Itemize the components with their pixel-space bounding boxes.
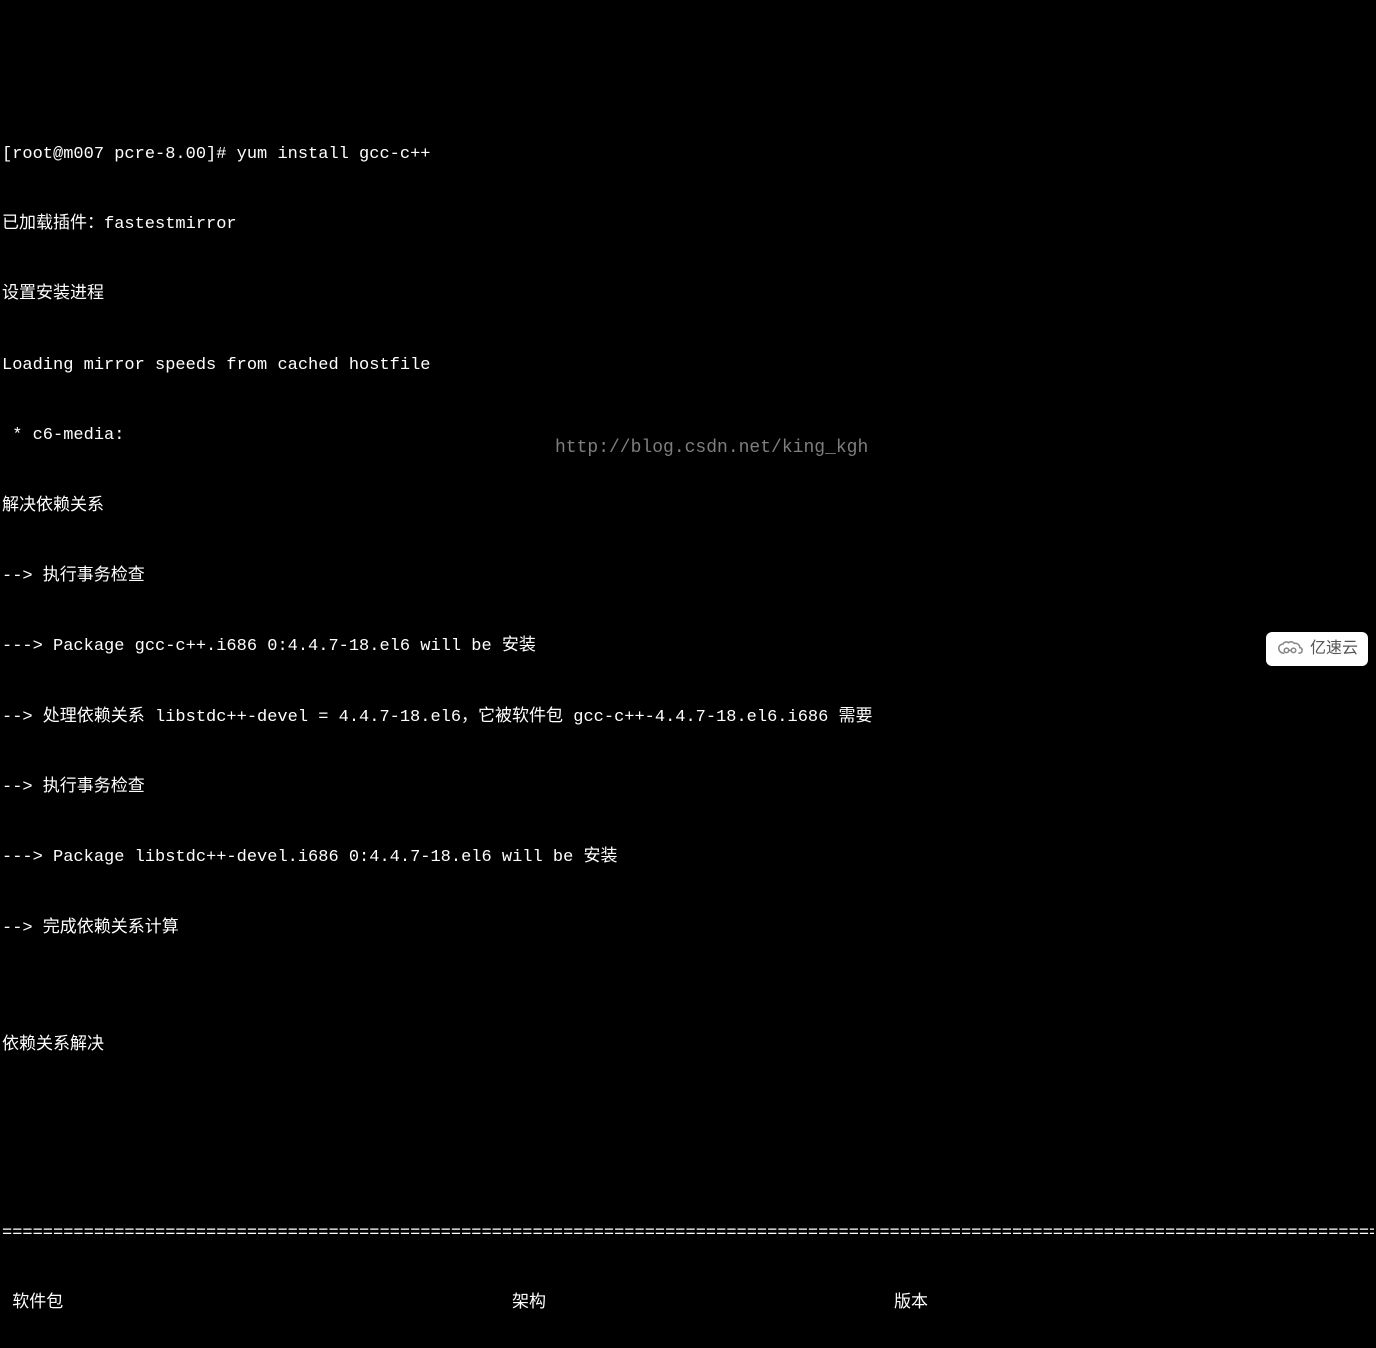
- command-line: [root@m007 pcre-8.00]# yum install gcc-c…: [2, 143, 1374, 166]
- header-package: 软件包: [2, 1292, 512, 1315]
- output-line: --> 完成依赖关系计算: [2, 917, 1374, 940]
- output-line: ---> Package gcc-c++.i686 0:4.4.7-18.el6…: [2, 635, 1374, 658]
- table-header-row: 软件包 架构 版本: [2, 1292, 1374, 1315]
- output-line: --> 处理依赖关系 libstdc++-devel = 4.4.7-18.el…: [2, 706, 1374, 729]
- provider-logo-badge: 亿速云: [1266, 632, 1368, 666]
- logo-text: 亿速云: [1310, 638, 1358, 660]
- divider: ========================================…: [2, 1222, 1374, 1245]
- output-line: 设置安装进程: [2, 283, 1374, 306]
- output-line: --> 执行事务检查: [2, 776, 1374, 799]
- output-line: 依赖关系解决: [2, 1034, 1374, 1057]
- header-arch: 架构: [512, 1292, 894, 1315]
- output-line: 解决依赖关系: [2, 495, 1374, 518]
- output-line: 已加载插件：fastestmirror: [2, 213, 1374, 236]
- terminal-output[interactable]: [root@m007 pcre-8.00]# yum install gcc-c…: [0, 94, 1376, 1348]
- prompt: [root@m007 pcre-8.00]#: [2, 145, 237, 164]
- command: yum install gcc-c++: [237, 145, 431, 164]
- cloud-icon: [1276, 640, 1304, 658]
- header-version: 版本: [894, 1292, 1374, 1315]
- output-line: * c6-media:: [2, 424, 1374, 447]
- output-line: Loading mirror speeds from cached hostfi…: [2, 354, 1374, 377]
- output-line: ---> Package libstdc++-devel.i686 0:4.4.…: [2, 846, 1374, 869]
- output-line: --> 执行事务检查: [2, 565, 1374, 588]
